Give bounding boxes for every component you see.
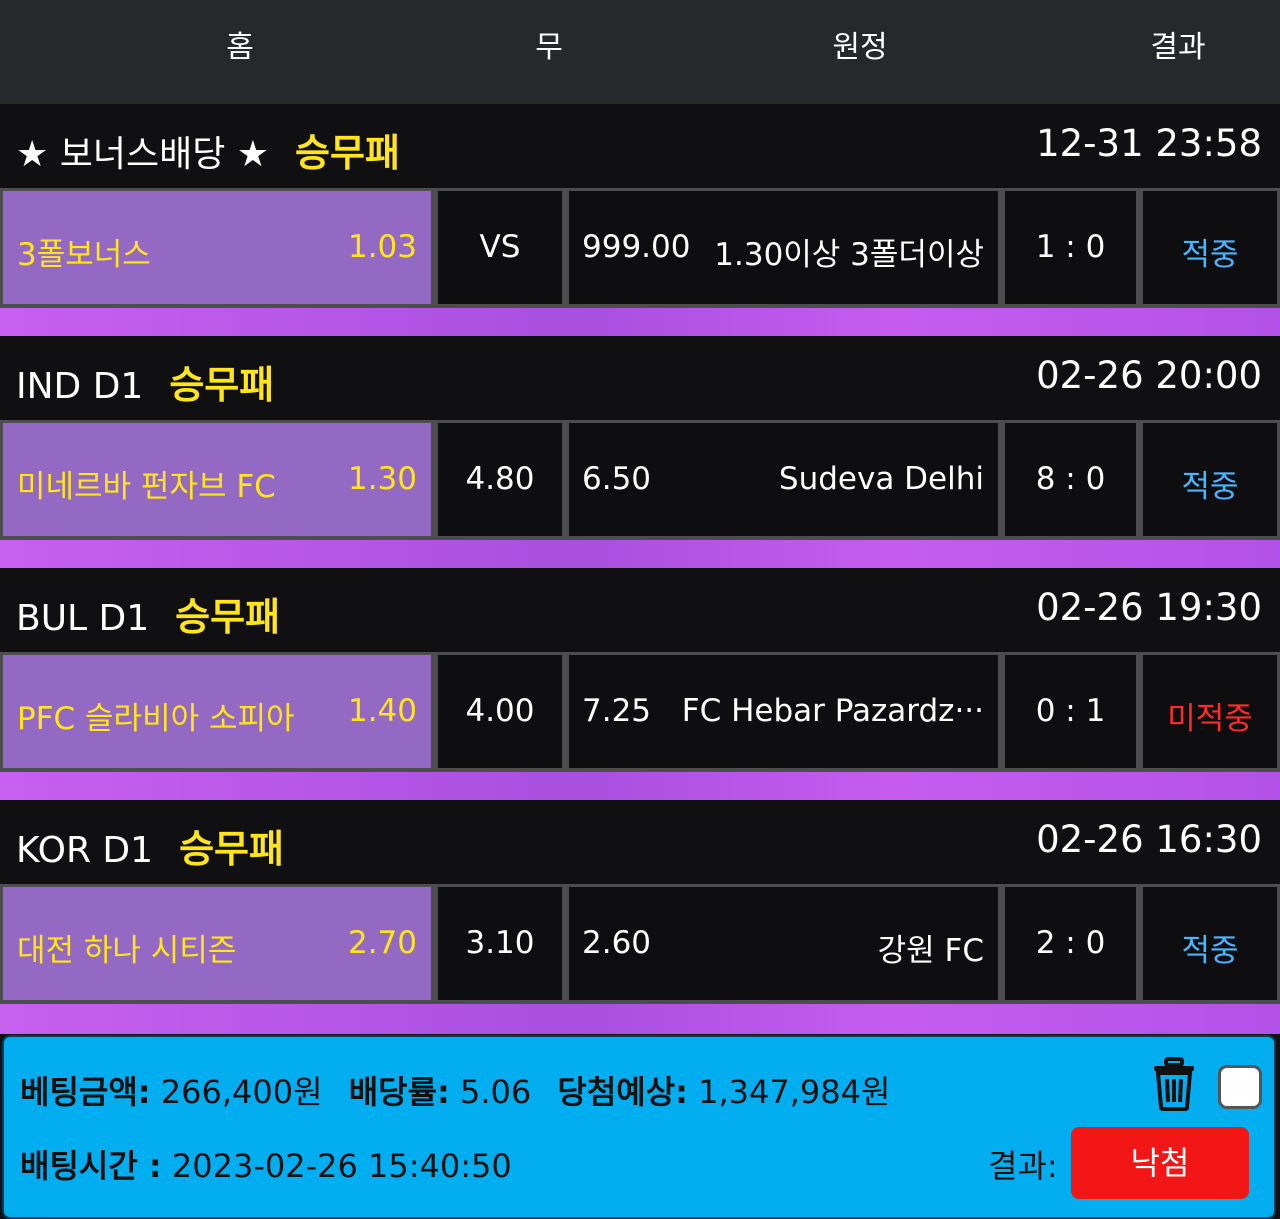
trash-icon[interactable]	[1152, 1057, 1196, 1111]
separator-band	[0, 308, 1280, 338]
home-cell[interactable]: 미네르바 펀자브 FC 1.30	[3, 423, 431, 536]
bet-type: 승무패	[175, 595, 281, 639]
away-odds: 6.50	[582, 461, 652, 497]
result-status: 적중	[1181, 237, 1239, 273]
league-name: BUL D1	[16, 598, 150, 639]
result-button[interactable]: 낙첨	[1071, 1127, 1249, 1199]
header-home: 홈	[226, 30, 254, 65]
away-team: 강원 FC	[877, 933, 984, 969]
draw-odds: 4.80	[465, 461, 535, 497]
away-cell[interactable]: 999.00 1.30이상 3폴더이상	[569, 191, 998, 304]
away-team: Sudeva Delhi	[778, 461, 984, 497]
total-odds: 5.06	[459, 1073, 532, 1111]
draw-cell[interactable]: 3.10	[438, 887, 562, 1000]
home-odds: 1.40	[347, 693, 417, 729]
result-status: 적중	[1181, 933, 1239, 969]
bet-time: 2023-02-26 15:40:50	[171, 1147, 512, 1185]
home-odds: 2.70	[347, 925, 417, 961]
league-name: IND D1	[16, 366, 144, 407]
header-away: 원정	[832, 30, 888, 65]
draw-odds: 4.00	[465, 693, 535, 729]
home-cell[interactable]: 대전 하나 시티즌 2.70	[3, 887, 431, 1000]
score-cell: 0 : 1	[1005, 655, 1136, 768]
away-odds: 2.60	[582, 925, 652, 961]
home-team: 대전 하나 시티즌	[17, 933, 237, 969]
match-row: 3폴보너스 1.03 VS 999.00 1.30이상 3폴더이상 1 : 0 …	[0, 188, 1280, 308]
match-datetime: 02-26 16:30	[1036, 818, 1262, 861]
result-cell: 적중	[1143, 423, 1277, 536]
bet-summary-panel: 베팅금액: 266,400원 배당률: 5.06 당첨예상: 1,347,984…	[2, 1035, 1276, 1219]
result-cell: 적중	[1143, 887, 1277, 1000]
table-header: 홈 무 원정 결과	[0, 0, 1280, 104]
separator-band	[0, 1004, 1280, 1034]
draw-odds: VS	[479, 229, 521, 265]
draw-odds: 3.10	[465, 925, 535, 961]
score: 2 : 0	[1035, 925, 1106, 961]
home-team: PFC 슬라비아 소피아	[17, 701, 295, 737]
header-draw: 무	[535, 30, 563, 65]
league-name: ★ 보너스배당 ★	[16, 134, 270, 175]
separator-band	[0, 540, 1280, 570]
home-odds: 1.03	[347, 229, 417, 265]
away-cell[interactable]: 7.25 FC Hebar Pazardz···	[569, 655, 998, 768]
league-bar: IND D1 승무패 02-26 20:00	[0, 336, 1280, 420]
league-bar: BUL D1 승무패 02-26 19:30	[0, 568, 1280, 652]
separator-band	[0, 772, 1280, 802]
result-status: 적중	[1181, 469, 1239, 505]
draw-cell[interactable]: 4.80	[438, 423, 562, 536]
match-datetime: 02-26 20:00	[1036, 354, 1262, 397]
bet-amount-label: 베팅금액:	[20, 1073, 151, 1111]
draw-cell[interactable]: 4.00	[438, 655, 562, 768]
home-cell[interactable]: 3폴보너스 1.03	[3, 191, 431, 304]
away-team: FC Hebar Pazardz···	[681, 693, 984, 729]
match-row: 미네르바 펀자브 FC 1.30 4.80 6.50 Sudeva Delhi …	[0, 420, 1280, 540]
draw-cell[interactable]: VS	[438, 191, 562, 304]
away-cell[interactable]: 2.60 강원 FC	[569, 887, 998, 1000]
result-label: 결과:	[988, 1147, 1058, 1185]
away-odds: 7.25	[582, 693, 652, 729]
score: 1 : 0	[1035, 229, 1106, 265]
match-row: PFC 슬라비아 소피아 1.40 4.00 7.25 FC Hebar Paz…	[0, 652, 1280, 772]
bet-time-label: 배팅시간 :	[20, 1147, 162, 1185]
result-cell: 미적중	[1143, 655, 1277, 768]
result-cell: 적중	[1143, 191, 1277, 304]
away-odds: 999.00	[582, 229, 691, 265]
match-datetime: 02-26 19:30	[1036, 586, 1262, 629]
league-bar: ★ 보너스배당 ★ 승무패 12-31 23:58	[0, 104, 1280, 188]
bet-type: 승무패	[295, 131, 400, 175]
league-bar: KOR D1 승무패 02-26 16:30	[0, 800, 1280, 884]
home-cell[interactable]: PFC 슬라비아 소피아 1.40	[3, 655, 431, 768]
score-cell: 1 : 0	[1005, 191, 1136, 304]
expected-win: 1,347,984원	[698, 1073, 891, 1111]
select-checkbox[interactable]	[1218, 1065, 1262, 1109]
score-cell: 2 : 0	[1005, 887, 1136, 1000]
bet-type: 승무패	[169, 363, 275, 407]
score: 8 : 0	[1035, 461, 1106, 497]
score-cell: 8 : 0	[1005, 423, 1136, 536]
score: 0 : 1	[1035, 693, 1106, 729]
match-datetime: 12-31 23:58	[1036, 122, 1262, 165]
home-team: 미네르바 펀자브 FC	[17, 469, 276, 505]
match-row: 대전 하나 시티즌 2.70 3.10 2.60 강원 FC 2 : 0 적중	[0, 884, 1280, 1004]
league-name: KOR D1	[16, 830, 154, 871]
home-odds: 1.30	[347, 461, 417, 497]
expected-win-label: 당첨예상:	[557, 1073, 688, 1111]
header-result: 결과	[1150, 30, 1206, 65]
result-status: 미적중	[1167, 701, 1253, 737]
bet-amount: 266,400원	[160, 1073, 323, 1111]
home-team: 3폴보너스	[17, 237, 151, 273]
away-team: 1.30이상 3폴더이상	[714, 237, 984, 273]
odds-label: 배당률:	[348, 1073, 450, 1111]
away-cell[interactable]: 6.50 Sudeva Delhi	[569, 423, 998, 536]
bet-type: 승무패	[179, 827, 284, 871]
